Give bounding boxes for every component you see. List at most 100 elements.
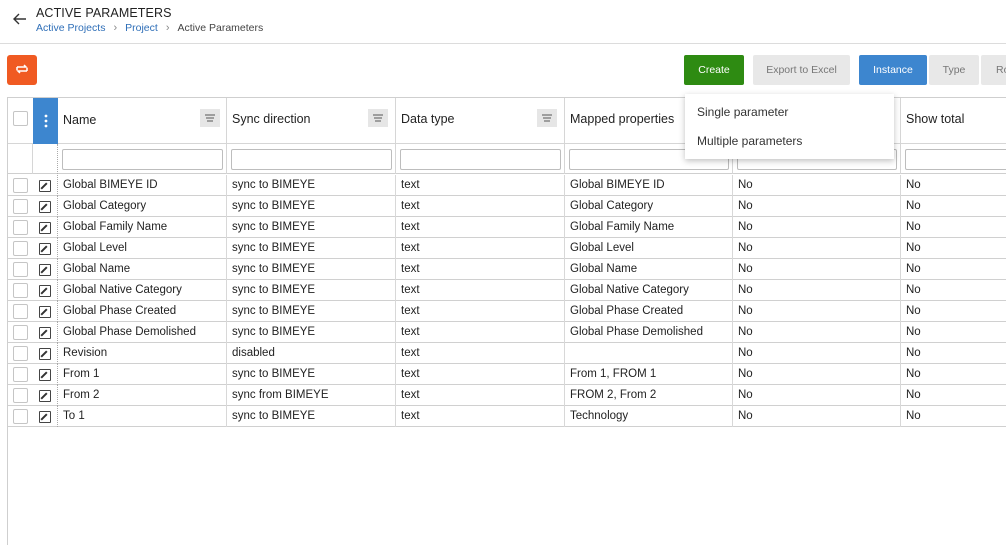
edit-icon[interactable] (39, 284, 51, 297)
tab-ro[interactable]: Ro (981, 55, 1006, 85)
export-excel-button[interactable]: Export to Excel (753, 55, 850, 85)
edit-icon[interactable] (39, 347, 51, 360)
column-menu-icon[interactable] (537, 109, 557, 127)
table-row[interactable]: Revision disabled text No No (8, 343, 1006, 364)
row-checkbox[interactable] (13, 262, 28, 277)
cell-sync: disabled (227, 343, 396, 364)
row-select-cell (8, 343, 33, 364)
table-row[interactable]: Global Native Category sync to BIMEYE text… (8, 280, 1006, 301)
table-row[interactable]: Global Phase Demolished sync to BIMEYE tex… (8, 322, 1006, 343)
cell-mapped: Global Category (565, 196, 733, 217)
row-checkbox[interactable] (13, 178, 28, 193)
row-edit-cell (33, 238, 58, 259)
cell-mapped: Global BIMEYE ID (565, 175, 733, 196)
cell-sync: sync from BIMEYE (227, 385, 396, 406)
column-header-name[interactable]: Name (58, 98, 227, 144)
menu-item-single-parameter[interactable]: Single parameter (685, 99, 894, 128)
parameters-grid: Name Sync direction Data type Mapped pro… (7, 97, 1006, 545)
table-row[interactable]: From 1 sync to BIMEYE text From 1, FROM 1 No… (8, 364, 1006, 385)
edit-icon[interactable] (39, 326, 51, 339)
row-checkbox[interactable] (13, 220, 28, 235)
breadcrumb-active-projects[interactable]: Active Projects (36, 22, 105, 34)
column-menu-icon[interactable] (200, 109, 220, 127)
column-label: Name (63, 113, 97, 127)
cell-c5: No (733, 217, 901, 238)
sync-button[interactable] (7, 55, 37, 85)
column-header-sync-direction[interactable]: Sync direction (227, 98, 396, 144)
table-row[interactable]: Global Level sync to BIMEYE text Global Lev… (8, 238, 1006, 259)
edit-icon[interactable] (39, 263, 51, 276)
cell-sync: sync to BIMEYE (227, 406, 396, 427)
row-edit-cell (33, 301, 58, 322)
create-button[interactable]: Create (684, 55, 744, 85)
cell-total: No (906, 389, 921, 401)
tab-instance[interactable]: Instance (859, 55, 927, 85)
row-select-cell (8, 280, 33, 301)
table-row[interactable]: Global Phase Created sync to BIMEYE text Gl… (8, 301, 1006, 322)
column-header-show-total[interactable]: Show total (901, 98, 1006, 144)
table-row[interactable]: Global Name sync to BIMEYE text Global Name… (8, 259, 1006, 280)
edit-icon[interactable] (39, 368, 51, 381)
filter-type-input[interactable] (400, 149, 561, 170)
select-all-checkbox[interactable] (13, 111, 28, 126)
row-checkbox[interactable] (13, 346, 28, 361)
chevron-right-icon: › (165, 22, 170, 34)
row-checkbox[interactable] (13, 199, 28, 214)
filter-name-input[interactable] (62, 149, 223, 170)
cell-mapped: Global Name (565, 259, 733, 280)
cell-sync: sync to BIMEYE (227, 196, 396, 217)
column-label: Show total (906, 112, 965, 126)
filter-name-cell (58, 144, 227, 174)
table-row[interactable]: Global Category sync to BIMEYE text Global … (8, 196, 1006, 217)
tab-type[interactable]: Type (929, 55, 979, 85)
edit-icon[interactable] (39, 389, 51, 402)
column-options-button[interactable] (33, 98, 58, 144)
column-label: Mapped properties (570, 112, 675, 126)
row-checkbox[interactable] (13, 388, 28, 403)
cell-total: No (906, 221, 921, 233)
cell-c5: No (733, 322, 901, 343)
row-checkbox[interactable] (13, 304, 28, 319)
column-menu-icon[interactable] (368, 109, 388, 127)
row-select-cell (8, 175, 33, 196)
row-checkbox[interactable] (13, 409, 28, 424)
table-row[interactable]: From 2 sync from BIMEYE text FROM 2, From 2… (8, 385, 1006, 406)
row-edit-cell (33, 343, 58, 364)
filter-type-cell (396, 144, 565, 174)
breadcrumb-project[interactable]: Project (125, 22, 158, 34)
cell-type: text (396, 196, 565, 217)
cell-total: No (906, 242, 921, 254)
cell-type: text (396, 301, 565, 322)
row-checkbox[interactable] (13, 283, 28, 298)
column-header-data-type[interactable]: Data type (396, 98, 565, 144)
menu-item-multiple-parameters[interactable]: Multiple parameters (685, 128, 894, 157)
row-edit-cell (33, 280, 58, 301)
edit-icon[interactable] (39, 242, 51, 255)
cell-type: text (396, 406, 565, 427)
cell-name: Global Family Name (58, 217, 227, 238)
edit-icon[interactable] (39, 221, 51, 234)
cell-c5: No (733, 259, 901, 280)
row-checkbox[interactable] (13, 241, 28, 256)
row-checkbox[interactable] (13, 325, 28, 340)
table-row[interactable]: To 1 sync to BIMEYE text Technology No No (8, 406, 1006, 427)
filter-sync-input[interactable] (231, 149, 392, 170)
filter-total-cell (901, 144, 1006, 174)
select-all-cell (8, 98, 33, 144)
edit-icon[interactable] (39, 200, 51, 213)
edit-icon[interactable] (39, 305, 51, 318)
row-edit-cell (33, 385, 58, 406)
row-edit-cell (33, 322, 58, 343)
edit-icon[interactable] (39, 410, 51, 423)
cell-mapped: Global Phase Demolished (565, 322, 733, 343)
cell-type: text (396, 217, 565, 238)
table-row[interactable]: Global Family Name sync to BIMEYE text Glob… (8, 217, 1006, 238)
back-arrow-icon[interactable] (10, 9, 30, 29)
row-checkbox[interactable] (13, 367, 28, 382)
table-row[interactable]: Global BIMEYE ID sync to BIMEYE text Global… (8, 175, 1006, 196)
cell-mapped: Technology (565, 406, 733, 427)
row-select-cell (8, 406, 33, 427)
edit-icon[interactable] (39, 179, 51, 192)
cell-sync: sync to BIMEYE (227, 322, 396, 343)
filter-total-input[interactable] (905, 149, 1006, 170)
